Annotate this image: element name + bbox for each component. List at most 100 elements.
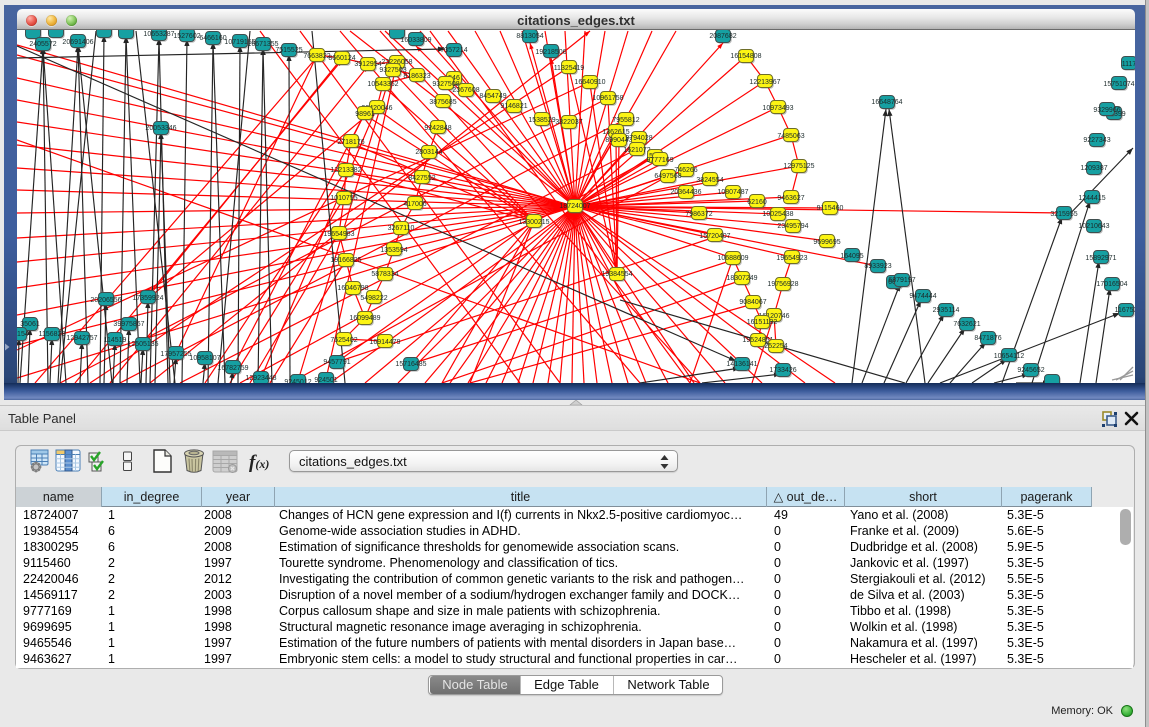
svg-text:19384554: 19384554 (601, 271, 632, 278)
svg-text:15720407: 15720407 (699, 233, 730, 240)
svg-text:2367608: 2367608 (452, 87, 479, 94)
svg-text:10973493: 10973493 (762, 105, 793, 112)
svg-text:19654983: 19654983 (323, 231, 354, 238)
svg-text:9457791: 9457791 (323, 359, 350, 366)
svg-text:19756928: 19756928 (767, 281, 798, 288)
svg-text:8427552: 8427552 (408, 175, 435, 182)
svg-text:5878334: 5878334 (371, 271, 398, 278)
svg-text:1156829: 1156829 (39, 331, 66, 338)
svg-text:8186323: 8186323 (403, 73, 430, 80)
svg-text:18724007: 18724007 (559, 203, 590, 210)
svg-text:18307249: 18307249 (726, 275, 757, 282)
svg-text:9463627: 9463627 (777, 195, 804, 202)
svg-text:7663822: 7663822 (303, 53, 330, 60)
svg-text:7625402: 7625402 (330, 337, 357, 344)
svg-text:1733426: 1733426 (769, 367, 796, 374)
svg-text:62160: 62160 (747, 199, 767, 206)
svg-text:10688609: 10688609 (717, 255, 748, 262)
svg-text:114519: 114519 (104, 337, 127, 344)
svg-text:9115460: 9115460 (817, 205, 844, 212)
svg-text:16151132: 16151132 (747, 319, 778, 326)
svg-text:2718176: 2718176 (337, 139, 364, 146)
svg-text:16782759: 16782759 (217, 365, 248, 372)
svg-text:16648764: 16648764 (871, 99, 902, 106)
svg-text:9146821: 9146821 (500, 103, 527, 110)
svg-text:12923448: 12923448 (245, 375, 276, 382)
svg-text:6497568: 6497568 (654, 173, 681, 180)
svg-text:39154: 39154 (17, 331, 29, 338)
svg-text:20364436: 20364436 (670, 189, 701, 196)
svg-text:6879197: 6879197 (888, 277, 915, 284)
svg-text:2803144: 2803144 (415, 149, 442, 156)
svg-text:9699695: 9699695 (813, 239, 840, 246)
svg-text:9242848: 9242848 (424, 125, 451, 132)
svg-text:7986372: 7986372 (685, 211, 712, 218)
svg-text:9227343: 9227343 (1083, 137, 1110, 144)
svg-text:924501: 924501 (314, 377, 337, 383)
svg-text:3912954: 3912954 (354, 61, 381, 68)
svg-text:20206556: 20206556 (90, 297, 121, 304)
svg-text:10958107: 10958107 (189, 355, 220, 362)
svg-text:12942757: 12942757 (66, 335, 97, 342)
svg-text:7955812: 7955812 (612, 117, 639, 124)
svg-text:10807487: 10807487 (717, 189, 748, 196)
svg-text:15716485: 15716485 (395, 361, 426, 368)
svg-text:98961: 98961 (355, 111, 375, 118)
svg-text:9084067: 9084067 (739, 299, 766, 306)
svg-text:3822037: 3822037 (555, 119, 582, 126)
svg-text:8454749: 8454749 (479, 93, 506, 100)
svg-text:16154808: 16154808 (730, 53, 761, 60)
svg-text:116753: 116753 (1115, 307, 1135, 314)
svg-text:10961758: 10961758 (592, 95, 623, 102)
svg-text:7632621: 7632621 (953, 321, 980, 328)
svg-text:16640910: 16640910 (574, 79, 605, 86)
svg-text:8660124: 8660124 (328, 55, 355, 62)
svg-text:7357214: 7357214 (440, 47, 467, 54)
svg-text:16099489: 16099489 (349, 315, 380, 322)
svg-text:7515525: 7515525 (275, 47, 302, 54)
svg-text:20691406: 20691406 (62, 39, 93, 46)
svg-text:7485063: 7485063 (777, 133, 804, 140)
svg-text:35061: 35061 (20, 321, 40, 328)
svg-text:10653287: 10653287 (143, 31, 174, 38)
svg-text:1010755: 1010755 (330, 195, 357, 202)
svg-text:1527602: 1527602 (173, 33, 200, 40)
svg-text:2405572: 2405572 (29, 41, 56, 48)
svg-text:2935114: 2935114 (933, 307, 960, 314)
svg-text:39975867: 39975867 (113, 321, 144, 328)
svg-text:15892971: 15892971 (1085, 255, 1116, 262)
svg-text:10025438: 10025438 (762, 211, 793, 218)
svg-text:9245012: 9245012 (284, 379, 311, 383)
svg-text:10543362: 10543362 (367, 81, 398, 88)
svg-text:10210643: 10210643 (1078, 223, 1109, 230)
svg-text:19654923: 19654923 (776, 255, 807, 262)
svg-text:16914479: 16914479 (369, 339, 400, 346)
svg-text:2087682: 2087682 (709, 33, 736, 40)
svg-text:8933923: 8933923 (864, 263, 891, 270)
svg-text:1117: 1117 (1122, 61, 1135, 68)
svg-text:8471876: 8471876 (974, 335, 1001, 342)
svg-text:12213967: 12213967 (749, 79, 780, 86)
svg-text:23495794: 23495794 (777, 223, 808, 230)
svg-text:5498222: 5498222 (360, 295, 387, 302)
svg-text:164095: 164095 (840, 253, 863, 260)
svg-text:3824554: 3824554 (696, 177, 723, 184)
svg-text:1353594: 1353594 (380, 247, 407, 254)
svg-text:1538529: 1538529 (528, 117, 555, 124)
svg-text:12975125: 12975125 (783, 163, 814, 170)
svg-text:6466160: 6466160 (199, 35, 226, 42)
svg-text:14136141: 14136141 (726, 361, 757, 368)
svg-text:13300215: 13300215 (518, 219, 549, 226)
svg-text:9794028: 9794028 (625, 135, 652, 142)
svg-text:17359924: 17359924 (132, 295, 163, 302)
svg-text:16046798: 16046798 (337, 285, 368, 292)
svg-text:17016504: 17016504 (1096, 281, 1127, 288)
svg-text:1209387: 1209387 (1080, 165, 1107, 172)
svg-text:12505135: 12505135 (127, 341, 158, 348)
svg-text:10654112: 10654112 (994, 353, 1025, 360)
svg-text:1621072: 1621072 (623, 147, 650, 154)
svg-text:3875685: 3875685 (429, 99, 456, 106)
svg-text:19218506: 19218506 (535, 49, 566, 56)
svg-text:15751074: 15751074 (1103, 81, 1134, 88)
svg-text:3267110: 3267110 (388, 225, 415, 232)
